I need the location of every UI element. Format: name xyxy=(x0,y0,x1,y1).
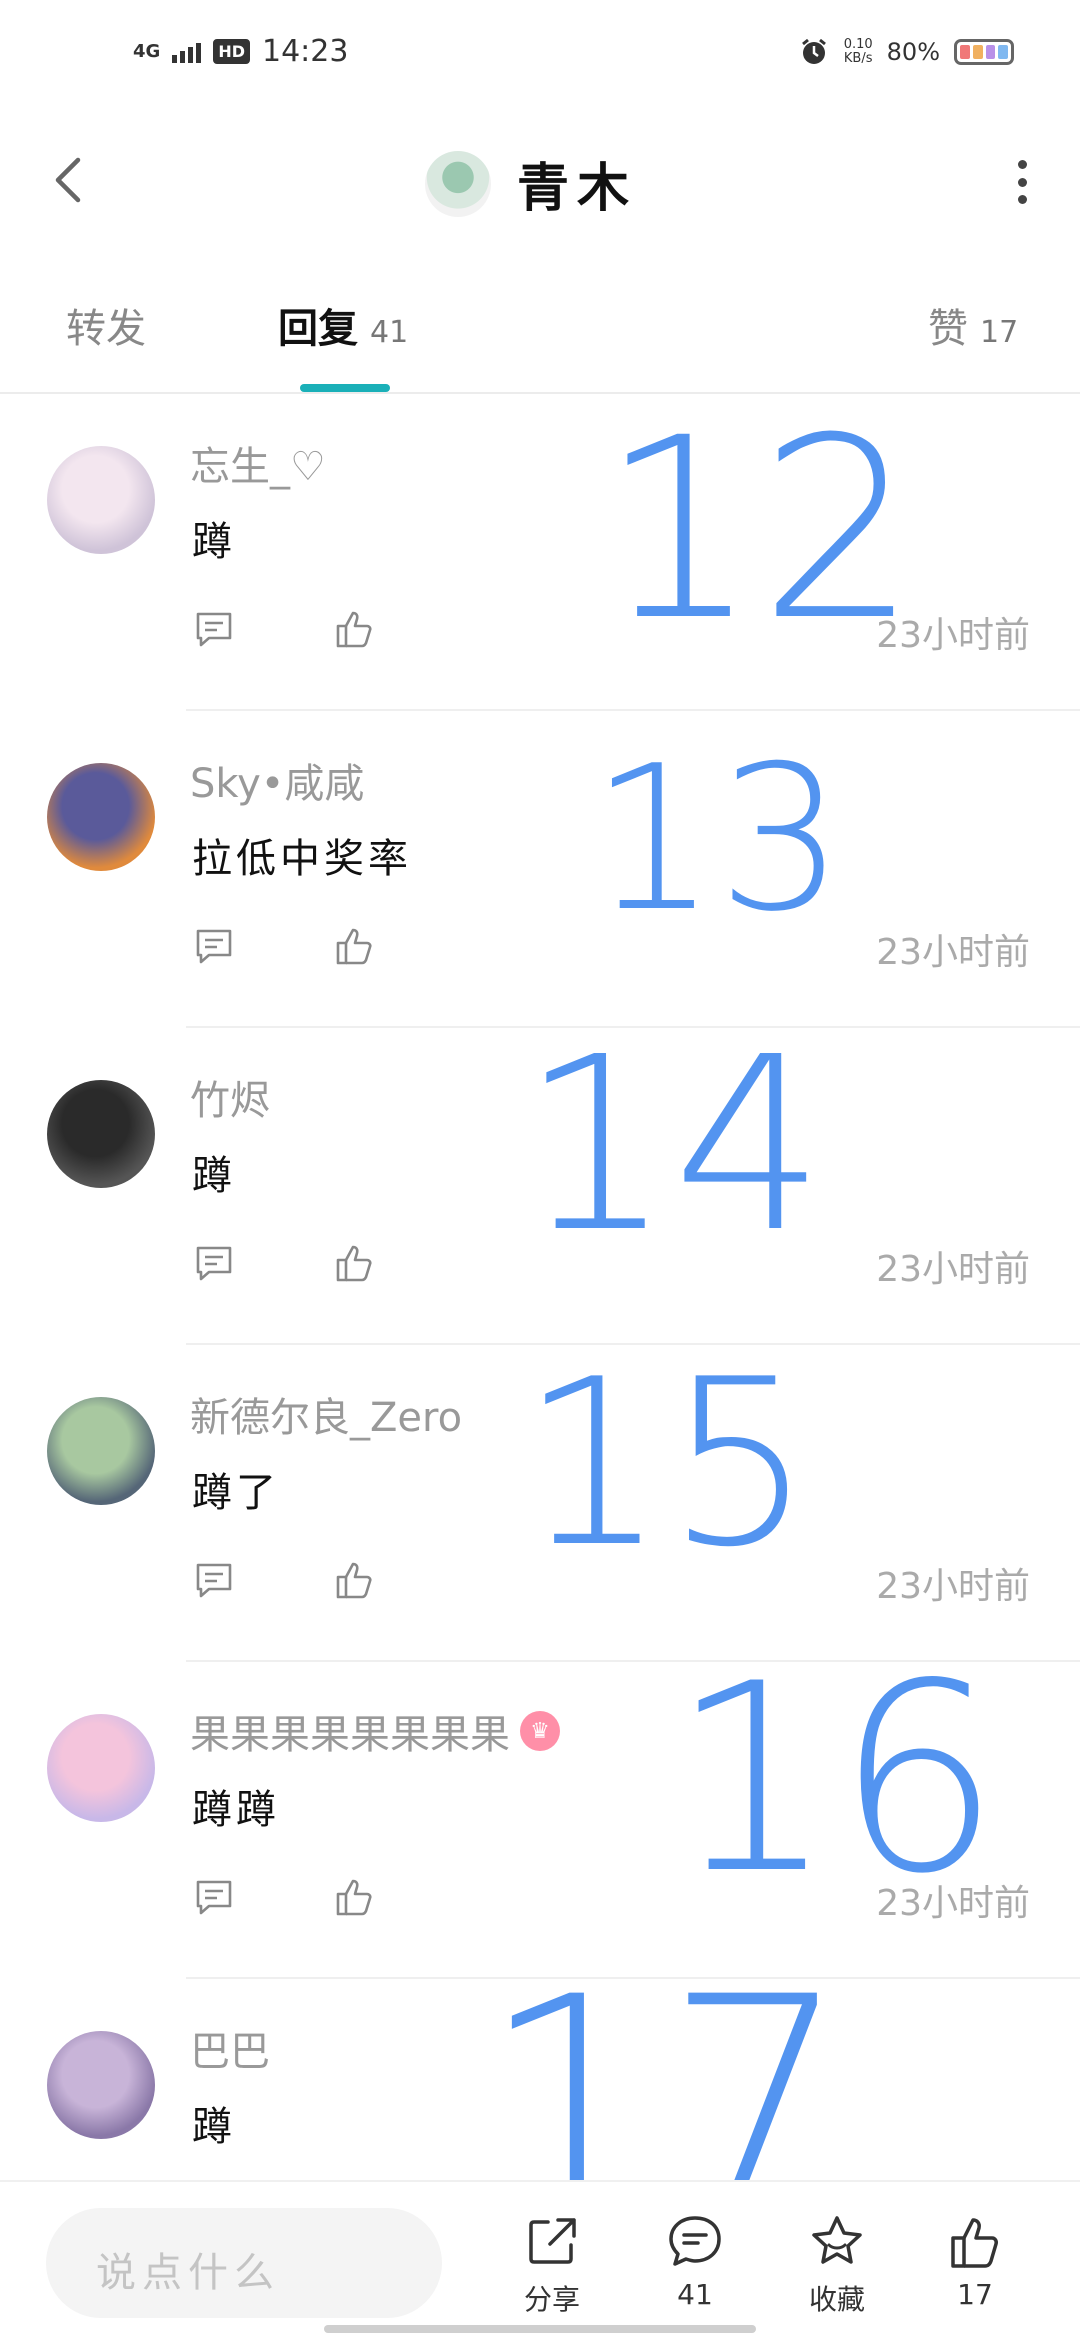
username-text: 果果果果果果果果 xyxy=(190,1712,510,1758)
thumbs-up-icon xyxy=(951,2218,998,2268)
like-icon[interactable] xyxy=(332,1558,376,1602)
top-bar: 青木 xyxy=(0,120,1080,240)
status-bar: 4G HD 14:23 0.10 KB/s 80% xyxy=(0,0,1080,110)
speed-unit: KB/s xyxy=(843,51,873,66)
avatar xyxy=(425,150,491,217)
timestamp: 23小时前 xyxy=(876,615,1030,656)
favorite-label: 收藏 xyxy=(808,2283,865,2316)
list-item[interactable]: 忘生_♡ 蹲 23小时前 xyxy=(0,394,1080,711)
share-icon xyxy=(529,2218,576,2264)
alarm-icon xyxy=(801,38,826,64)
username-text: 忘生_♡ xyxy=(190,444,326,490)
username[interactable]: 新德尔良_Zero xyxy=(190,1385,462,1443)
comment-text: 蹲 xyxy=(192,2104,236,2150)
like-icon[interactable] xyxy=(332,1241,376,1285)
status-left: 4G HD 14:23 xyxy=(133,34,348,69)
username[interactable]: 巴巴 xyxy=(190,2019,270,2077)
battery-icon xyxy=(954,39,1014,65)
crown-icon: ♛ xyxy=(520,1711,560,1751)
status-time: 14:23 xyxy=(261,34,349,69)
tab-count: 41 xyxy=(370,315,409,350)
username[interactable]: 竹烬 xyxy=(190,1068,270,1126)
reply-icon[interactable] xyxy=(193,1560,235,1602)
list-item[interactable]: 新德尔良_Zero 蹲了 23小时前 xyxy=(0,1345,1080,1662)
battery-percent: 80% xyxy=(886,38,940,66)
comment-input[interactable]: 说点什么 xyxy=(46,2208,442,2318)
tab-replies[interactable]: 回复 41 xyxy=(278,296,408,354)
comment-count: 41 xyxy=(677,2278,713,2311)
like-icon[interactable] xyxy=(332,1875,376,1919)
like-count: 17 xyxy=(957,2278,993,2311)
list-item[interactable]: 竹烬 蹲 23小时前 xyxy=(0,1028,1080,1345)
reply-icon[interactable] xyxy=(193,1243,235,1285)
comment-button[interactable]: 41 xyxy=(640,2212,750,2311)
tab-likes[interactable]: 赞 17 xyxy=(928,296,1018,354)
tab-count: 17 xyxy=(980,315,1019,350)
avatar[interactable] xyxy=(47,1080,155,1188)
more-vertical-icon[interactable] xyxy=(1012,160,1032,204)
avatar[interactable] xyxy=(47,763,155,871)
comment-text: 蹲了 xyxy=(192,1470,280,1516)
list-item[interactable]: Sky•咸咸 拉低中奖率 23小时前 xyxy=(0,711,1080,1028)
timestamp: 23小时前 xyxy=(876,1883,1030,1924)
username-text: 竹烬 xyxy=(190,1078,270,1124)
tab-repost[interactable]: 转发 xyxy=(66,296,146,354)
tab-label: 赞 xyxy=(928,306,968,352)
star-icon xyxy=(812,2216,862,2264)
username-text: Sky•咸咸 xyxy=(190,761,365,807)
timestamp: 23小时前 xyxy=(876,932,1030,973)
comment-text: 蹲 xyxy=(192,519,236,565)
comment-input-placeholder: 说点什么 xyxy=(96,2250,280,2296)
timestamp: 23小时前 xyxy=(876,1249,1030,1290)
tab-bar: 转发 回复 41 赞 17 xyxy=(0,268,1080,394)
comment-text: 蹲蹲 xyxy=(192,1787,280,1833)
speed-value: 0.10 xyxy=(843,37,873,52)
tab-indicator xyxy=(300,384,390,392)
avatar[interactable] xyxy=(47,2031,155,2139)
share-label: 分享 xyxy=(523,2283,580,2316)
username-text: 新德尔良_Zero xyxy=(190,1395,463,1441)
signal-icon xyxy=(172,41,202,63)
avatar[interactable] xyxy=(47,1397,155,1505)
avatar[interactable] xyxy=(47,1714,155,1822)
like-button[interactable]: 17 xyxy=(920,2212,1030,2311)
username-text: 巴巴 xyxy=(190,2029,270,2075)
favorite-button[interactable]: 收藏 xyxy=(782,2212,892,2318)
like-icon[interactable] xyxy=(332,924,376,968)
comment-list: 忘生_♡ 蹲 23小时前 Sky•咸咸 拉低中奖率 23小时前 竹烬 蹲 23小… xyxy=(0,394,1080,2296)
username[interactable]: 忘生_♡ xyxy=(190,434,326,492)
list-item[interactable]: 果果果果果果果果 ♛ 蹲蹲 23小时前 xyxy=(0,1662,1080,1979)
tab-label: 回复 xyxy=(278,306,358,352)
profile-title[interactable]: 青木 xyxy=(425,146,637,221)
like-icon[interactable] xyxy=(332,607,376,651)
comment-text: 拉低中奖率 xyxy=(192,836,412,882)
bottom-action-bar: 说点什么 分享 41 收藏 17 xyxy=(0,2180,1080,2342)
username[interactable]: Sky•咸咸 xyxy=(190,751,364,809)
page-title: 青木 xyxy=(517,159,638,219)
status-right: 0.10 KB/s 80% xyxy=(798,36,1014,68)
chevron-left-icon[interactable] xyxy=(40,150,100,210)
comment-text: 蹲 xyxy=(192,1153,236,1199)
comment-icon xyxy=(669,2216,721,2266)
reply-icon[interactable] xyxy=(193,609,235,651)
reply-icon[interactable] xyxy=(193,1877,235,1919)
tab-label: 转发 xyxy=(66,306,146,352)
share-button[interactable]: 分享 xyxy=(497,2212,607,2318)
avatar[interactable] xyxy=(47,446,155,554)
hd-badge: HD xyxy=(213,39,250,64)
timestamp: 23小时前 xyxy=(876,1566,1030,1607)
reply-icon[interactable] xyxy=(193,926,235,968)
network-type: 4G xyxy=(133,40,161,62)
network-speed: 0.10 KB/s xyxy=(844,38,873,66)
username[interactable]: 果果果果果果果果 ♛ xyxy=(190,1702,560,1760)
home-indicator[interactable] xyxy=(324,2325,756,2333)
